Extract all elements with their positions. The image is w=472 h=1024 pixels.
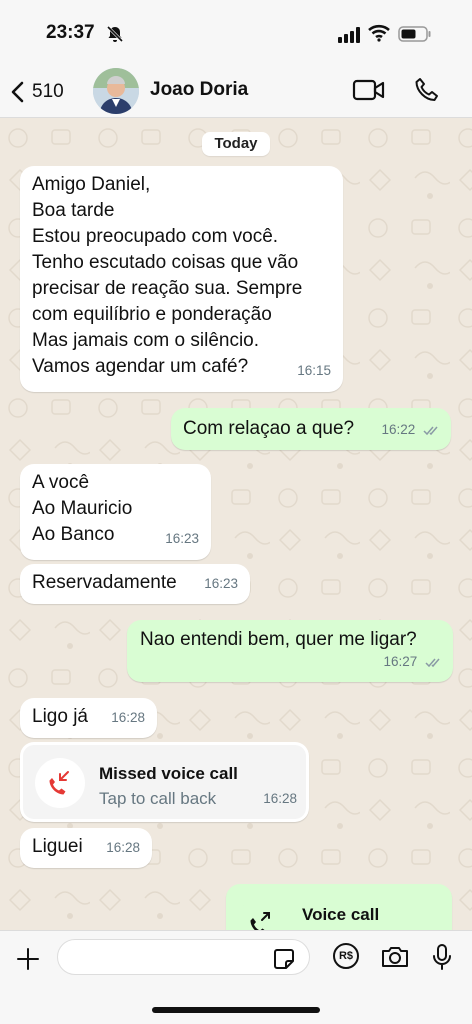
call-title: Missed voice call <box>99 764 238 783</box>
message-time: 16:28 <box>111 710 145 725</box>
message-incoming[interactable]: Reservadamente 16:23 <box>20 564 250 604</box>
message-outgoing[interactable]: Com relaçao a que? 16:22 <box>171 408 451 450</box>
message-time: 16:22 <box>381 422 416 437</box>
camera-icon[interactable] <box>380 945 410 969</box>
message-time: 16:28 <box>106 840 140 855</box>
message-incoming[interactable]: Ligo já 16:28 <box>20 698 157 738</box>
message-text: Com relaçao a que? <box>183 418 355 439</box>
message-time: 16:27 <box>383 654 418 669</box>
message-meta: 16:22 <box>381 417 441 443</box>
message-time: 16:15 <box>297 363 331 378</box>
missed-call-icon <box>49 771 69 795</box>
message-text: Amigo Daniel, Boa tarde Estou preocupado… <box>32 174 303 377</box>
message-time: 16:23 <box>204 576 238 591</box>
read-receipt-icon <box>423 426 438 436</box>
read-receipt-icon <box>425 658 440 668</box>
message-time: 16:23 <box>165 531 199 546</box>
status-time: 23:37 <box>46 22 95 43</box>
microphone-icon[interactable] <box>432 943 452 971</box>
outgoing-call-icon <box>250 912 270 930</box>
message-incoming[interactable]: Liguei 16:28 <box>20 828 152 868</box>
outgoing-call-icon-wrap <box>236 898 286 930</box>
voice-call-card[interactable]: Voice call <box>226 884 452 930</box>
message-meta: 16:27 <box>383 649 443 675</box>
wifi-icon <box>368 24 390 42</box>
message-text: Ligo já <box>32 706 88 727</box>
message-incoming[interactable]: A você Ao Mauricio Ao Banco 16:23 <box>20 464 211 560</box>
unread-count: 510 <box>32 81 64 102</box>
contact-name[interactable]: Joao Doria <box>150 79 248 101</box>
chat-area[interactable]: Today Amigo Daniel, Boa tarde Estou preo… <box>0 118 472 930</box>
chevron-left-icon <box>11 81 24 103</box>
cellular-signal-icon <box>338 27 360 43</box>
missed-call-inner: Missed voice call Tap to call back 16:28 <box>23 745 306 819</box>
message-text: A você Ao Mauricio Ao Banco <box>32 472 133 545</box>
call-title: Voice call <box>302 905 380 924</box>
missed-call-card[interactable]: Missed voice call Tap to call back 16:28 <box>20 742 309 822</box>
message-text: Liguei <box>32 836 83 857</box>
battery-icon <box>398 26 431 42</box>
payment-icon[interactable]: R$ <box>333 943 359 969</box>
message-text: Reservadamente <box>32 572 177 593</box>
silent-bell-icon <box>106 25 124 43</box>
status-bar: 23:37 <box>0 0 472 66</box>
plus-icon[interactable] <box>16 947 40 971</box>
message-time: 16:28 <box>263 791 297 806</box>
video-call-icon[interactable] <box>352 78 386 102</box>
missed-call-icon-wrap <box>35 758 85 808</box>
sticker-icon[interactable] <box>272 947 296 971</box>
message-incoming[interactable]: Amigo Daniel, Boa tarde Estou preocupado… <box>20 166 343 392</box>
call-subtitle: Tap to call back <box>99 789 217 808</box>
date-separator: Today <box>202 132 270 156</box>
chat-header: 510 Joao Doria <box>0 66 472 118</box>
message-text: Nao entendi bem, quer me ligar? <box>140 629 417 650</box>
message-outgoing[interactable]: Nao entendi bem, quer me ligar? 16:27 <box>127 620 453 682</box>
home-indicator[interactable] <box>152 1007 320 1013</box>
contact-avatar[interactable] <box>93 68 139 114</box>
avatar-icon <box>93 68 139 114</box>
back-button[interactable]: 510 <box>10 77 80 107</box>
voice-call-icon[interactable] <box>413 76 441 104</box>
